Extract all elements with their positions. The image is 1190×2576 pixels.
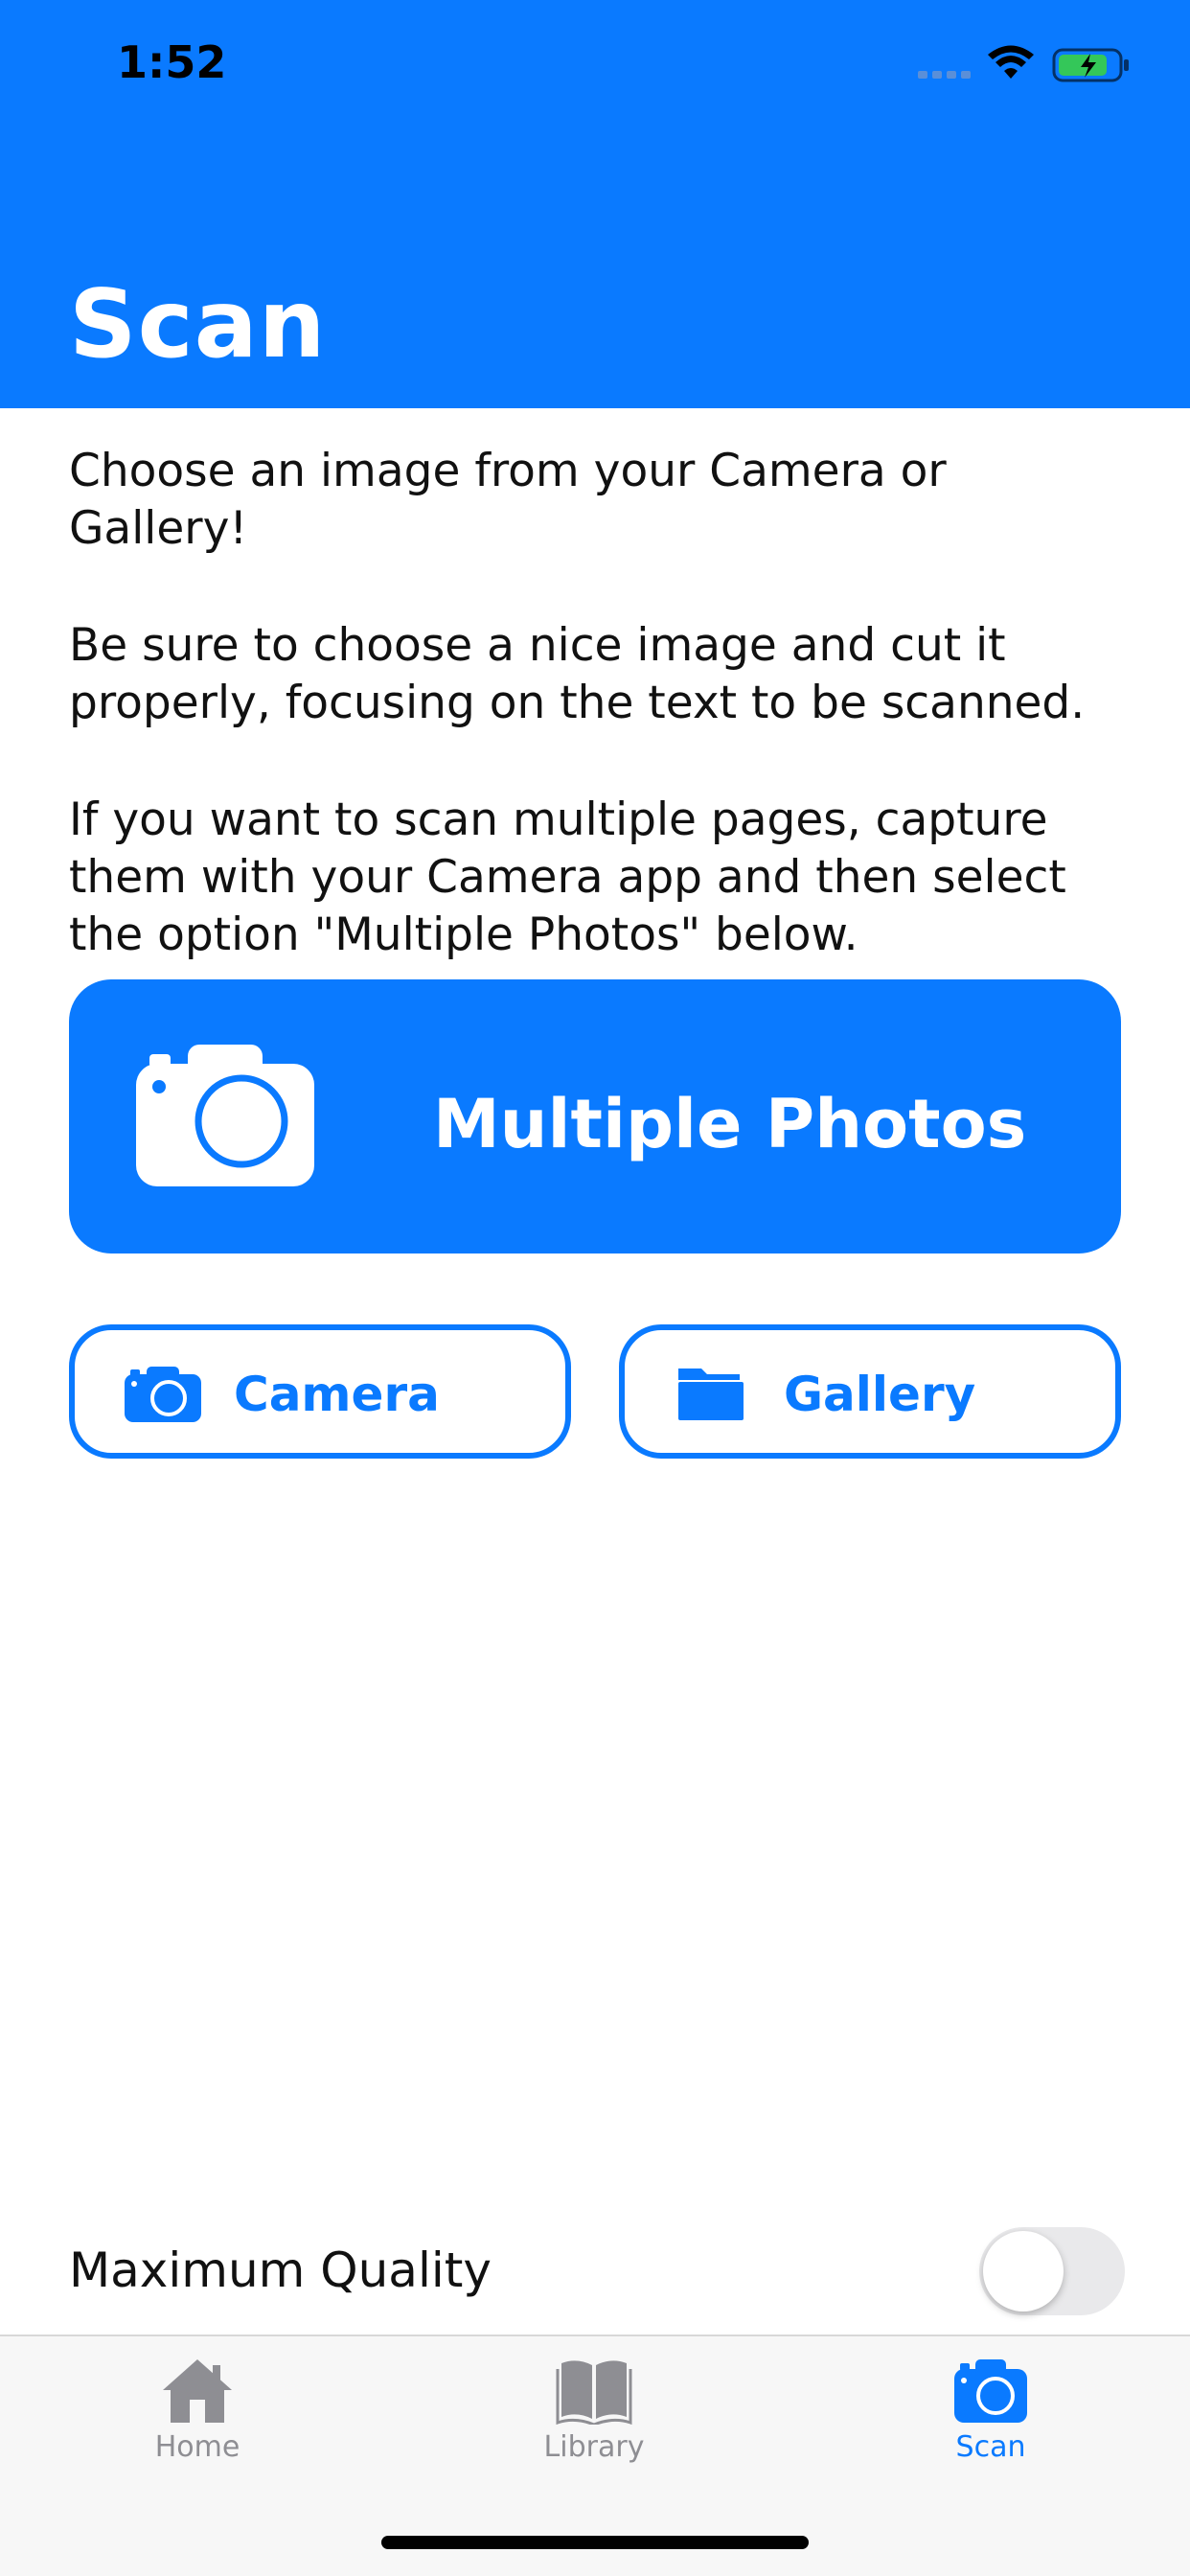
maximum-quality-label: Maximum Quality xyxy=(69,2242,492,2298)
multiple-photos-label: Multiple Photos xyxy=(433,1085,1027,1163)
camera-icon xyxy=(954,2359,1027,2423)
tab-scan-label: Scan xyxy=(955,2430,1026,2464)
tab-home-label: Home xyxy=(154,2430,240,2464)
instructions-text: Choose an image from your Camera or Gall… xyxy=(69,443,1133,1024)
instruction-paragraph-3: If you want to scan multiple pages, capt… xyxy=(69,794,1066,961)
instruction-paragraph-1: Choose an image from your Camera or Gall… xyxy=(69,445,947,555)
camera-label: Camera xyxy=(234,1367,440,1422)
status-bar: 1:52 xyxy=(0,0,1190,144)
gallery-label: Gallery xyxy=(784,1367,976,1422)
tab-scan[interactable]: Scan xyxy=(847,2356,1134,2528)
maximum-quality-toggle[interactable] xyxy=(979,2227,1125,2315)
tab-library[interactable]: Library xyxy=(450,2356,738,2528)
status-time: 1:52 xyxy=(117,36,227,88)
camera-icon xyxy=(125,1367,201,1422)
camera-icon xyxy=(136,1045,314,1186)
battery-icon xyxy=(1052,48,1129,82)
camera-button[interactable]: Camera xyxy=(69,1324,571,1459)
home-indicator xyxy=(381,2536,809,2549)
toggle-knob xyxy=(983,2231,1064,2312)
gallery-button[interactable]: Gallery xyxy=(619,1324,1121,1459)
wifi-icon xyxy=(988,45,1034,79)
instruction-paragraph-2: Be sure to choose a nice image and cut i… xyxy=(69,619,1086,729)
multiple-photos-button[interactable]: Multiple Photos xyxy=(69,979,1121,1254)
tab-home[interactable]: Home xyxy=(54,2356,341,2528)
page-title: Scan xyxy=(69,270,327,380)
signal-icon xyxy=(918,71,971,79)
home-icon xyxy=(163,2359,232,2423)
folder-icon xyxy=(678,1368,744,1420)
book-icon xyxy=(556,2360,632,2425)
tab-library-label: Library xyxy=(543,2430,645,2464)
